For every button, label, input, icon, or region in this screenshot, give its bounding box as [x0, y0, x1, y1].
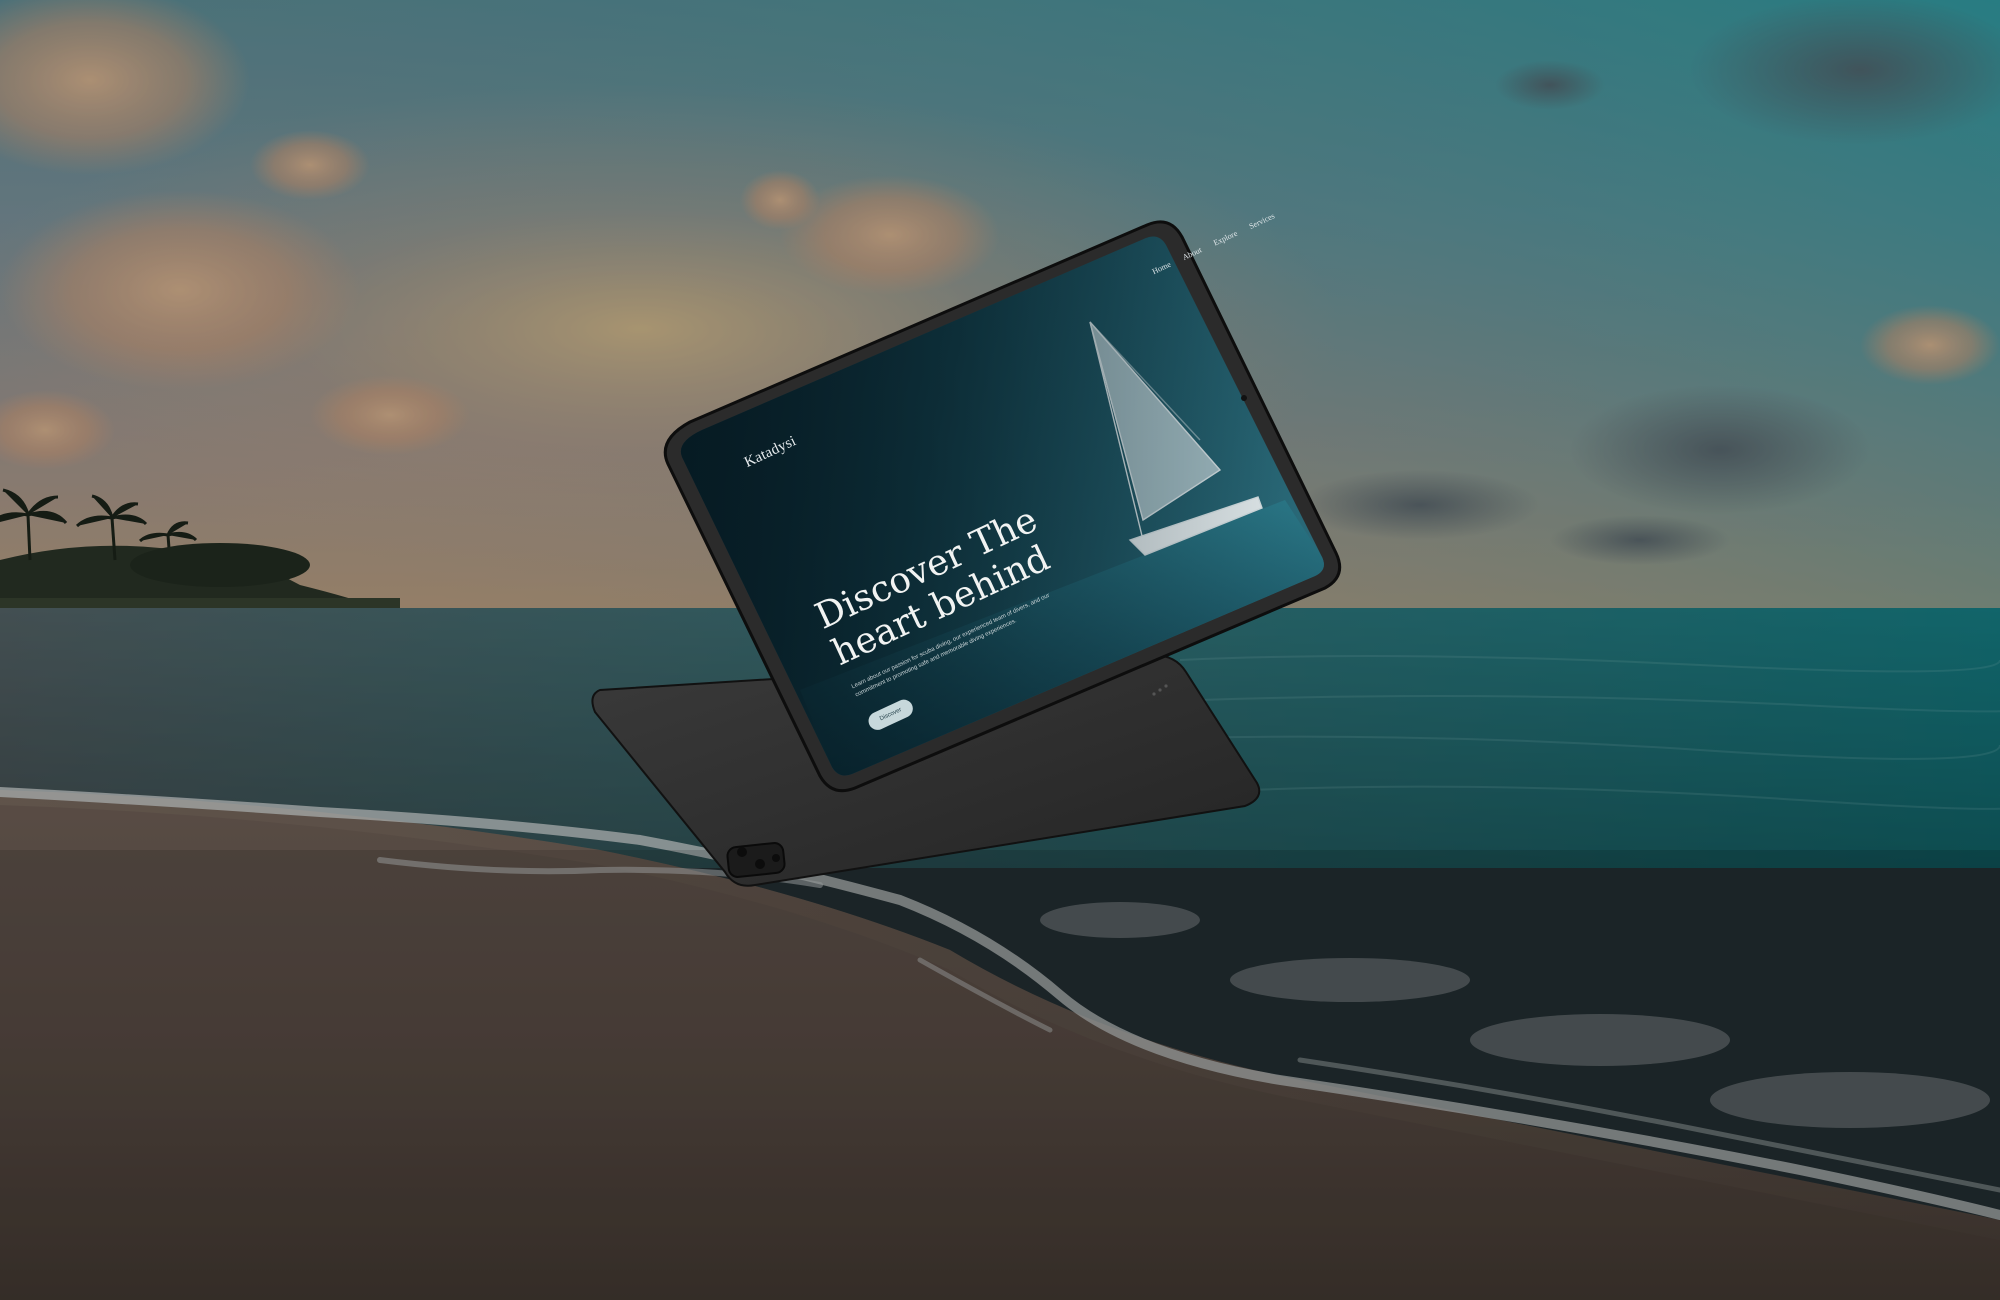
nav-home[interactable]: Home — [1151, 260, 1173, 276]
mockup-stage: Katadysi Home About Explore Services Dis… — [0, 0, 2000, 1300]
nav-about[interactable]: About — [1181, 245, 1203, 262]
discover-button[interactable]: Discover — [865, 696, 917, 733]
nav-services[interactable]: Services — [1248, 211, 1276, 231]
nav-explore[interactable]: Explore — [1212, 229, 1239, 248]
site-logo[interactable]: Katadysi — [742, 433, 799, 472]
